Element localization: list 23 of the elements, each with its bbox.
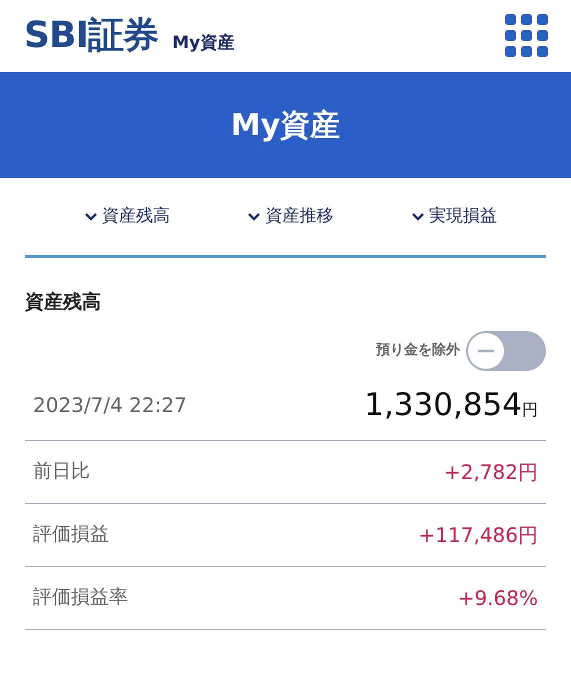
page-subtitle: My資産 [172, 35, 234, 52]
total-amount: 1,330,854 [364, 386, 522, 425]
currency-unit: 円 [522, 398, 538, 421]
exclude-deposit-toggle[interactable] [466, 330, 546, 370]
grid-menu-icon[interactable] [505, 14, 549, 58]
banner-title: My資産 [230, 106, 340, 144]
chevron-down-icon [247, 212, 262, 222]
row-value: +2,782円 [444, 458, 538, 486]
chevron-down-icon [411, 212, 426, 222]
section-link[interactable]: 資産残高 [84, 204, 170, 230]
minus-icon [476, 348, 496, 352]
logo[interactable]: SBI証券 [24, 18, 158, 54]
row-value: +117,486円 [418, 522, 538, 548]
row-value: +9.68% [458, 584, 538, 612]
toggle-label: 預り金を除外 [376, 341, 460, 360]
row-label: 前日比 [33, 459, 90, 484]
section-link[interactable]: 資産推移 [247, 204, 334, 230]
chevron-down-icon [84, 212, 98, 222]
section-title: 資産残高 [25, 290, 102, 315]
row-label: 評価損益率 [33, 585, 128, 610]
row-label: 評価損益 [33, 522, 109, 548]
section-link[interactable]: 実現損益 [411, 204, 498, 230]
timestamp: 2023/7/4 22:27 [33, 392, 187, 419]
